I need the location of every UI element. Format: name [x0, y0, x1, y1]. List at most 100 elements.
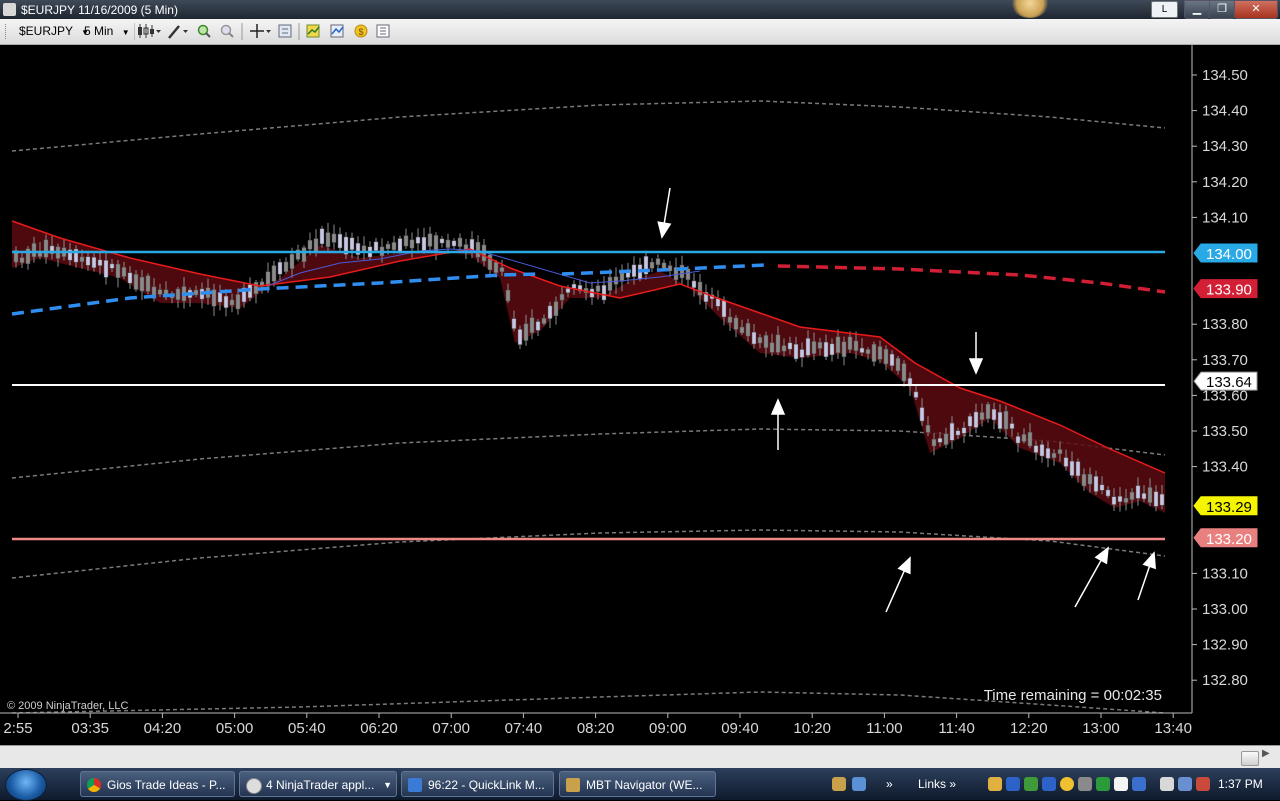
candlestick [871, 341, 877, 367]
zoom-in-icon[interactable] [197, 24, 211, 38]
candlestick [433, 232, 439, 261]
desktop-icon[interactable] [852, 777, 866, 791]
candlestick [325, 222, 331, 251]
time-tick-label: 09:00 [649, 720, 687, 737]
tray-browser-icon[interactable] [1006, 777, 1020, 791]
taskbar-item-chrome[interactable]: Gios Trade Ideas - P... [80, 771, 235, 797]
time-tick-label: 12:20 [1010, 720, 1048, 737]
indicators-icon[interactable] [330, 24, 344, 38]
tray-panda-icon[interactable] [1114, 777, 1128, 791]
toolbar-icons: $ [134, 23, 390, 40]
taskbar-item-mbt[interactable]: MBT Navigator (WE... [559, 771, 716, 797]
candlestick [337, 227, 343, 252]
annotation-arrow [968, 332, 984, 375]
candlestick [547, 301, 553, 329]
time-tick-label: 08:20 [577, 720, 615, 737]
candlestick [115, 259, 121, 288]
candlestick [25, 246, 31, 270]
strategies-icon[interactable] [306, 24, 320, 38]
annotation-arrow [1137, 551, 1157, 601]
volume-icon[interactable] [1196, 777, 1210, 791]
system-clock[interactable]: 1:37 PM [1218, 768, 1263, 800]
price-tick-label: 132.80 [1202, 672, 1248, 689]
scroll-thumb[interactable] [1241, 751, 1259, 766]
time-tick-label: 04:20 [144, 720, 182, 737]
tray-action-center-icon[interactable] [1160, 777, 1174, 791]
candlestick [319, 225, 325, 248]
windows-taskbar: Gios Trade Ideas - P... 4 NinjaTrader ap… [0, 768, 1280, 801]
resistance-dashed-line [777, 264, 1166, 294]
chevron-down-icon: ▼ [383, 780, 392, 790]
links-toolbar[interactable]: Links » [918, 768, 956, 800]
ninjatrader-icon [246, 778, 262, 794]
price-tick-label: 133.00 [1202, 601, 1248, 618]
tray-network-icon[interactable] [1042, 777, 1056, 791]
price-chart[interactable]: 134.50 134.40 134.30 134.20 134.10 133.80 133.… [0, 45, 1280, 745]
candlestick [331, 224, 337, 250]
candlestick [535, 318, 541, 336]
price-flag: 133.29 [1193, 496, 1258, 516]
instrument-label: $EURJPY [19, 24, 73, 38]
crosshair-icon[interactable] [250, 24, 271, 38]
bollinger-band [11, 100, 1166, 152]
tray-network2-icon[interactable] [1178, 777, 1192, 791]
candlestick [703, 284, 709, 310]
ema-fill-area [12, 221, 1165, 513]
candlestick [451, 238, 457, 250]
tray-security-icon[interactable] [1096, 777, 1110, 791]
price-tick-label: 133.80 [1202, 316, 1248, 333]
start-button[interactable] [5, 769, 47, 801]
drawing-tools-icon[interactable] [168, 25, 188, 39]
time-tick-label: 06:20 [360, 720, 398, 737]
chart-toolbar: $EURJPY ▼ 5 Min ▼ $ [0, 19, 1280, 45]
tray-app2-icon[interactable] [1132, 777, 1146, 791]
interval-label: 5 Min [84, 24, 114, 38]
tray-app-icon[interactable] [988, 777, 1002, 791]
window-title: $EURJPY 11/16/2009 (5 Min) [21, 3, 178, 17]
chart-data-icon[interactable] [376, 24, 390, 38]
candlestick [439, 235, 445, 248]
toolbar-grip[interactable] [5, 24, 8, 39]
chrome-icon [87, 778, 101, 792]
time-tick-label: 03:35 [71, 720, 109, 737]
price-tick-label: 133.70 [1202, 352, 1248, 369]
time-tick-label: 13:40 [1154, 720, 1192, 737]
bar-type-icon[interactable] [138, 24, 161, 38]
quick-launch-expand-icon[interactable]: » [886, 768, 893, 800]
quicklink-icon [408, 778, 422, 792]
instrument-selector[interactable]: $EURJPY ▼ [19, 19, 89, 44]
minimize-button[interactable]: ▁ [1184, 0, 1210, 19]
tray-messenger-icon[interactable] [1060, 777, 1074, 791]
taskbar-item-ninjatrader[interactable]: 4 NinjaTrader appl... ▼ [239, 771, 397, 797]
price-flag: 134.00 [1193, 243, 1258, 263]
restore-button[interactable]: ❐ [1209, 0, 1235, 19]
zoom-out-icon[interactable] [220, 24, 234, 38]
chevron-right-icon: » [949, 777, 957, 791]
time-tick-label: 11:40 [938, 720, 974, 737]
taskbar-item-quicklink[interactable]: 96:22 - QuickLink M... [401, 771, 554, 797]
time-remaining-label: Time remaining = 00:02:35 [984, 687, 1162, 704]
properties-icon[interactable] [278, 24, 292, 38]
time-tick-label: 10:20 [793, 720, 831, 737]
time-tick-label: 05:00 [216, 720, 254, 737]
candlestick [283, 257, 289, 274]
scroll-right-icon[interactable]: ▶ [1262, 748, 1270, 759]
data-box-icon[interactable]: $ [354, 24, 368, 38]
chart-canvas[interactable]: 134.50 134.40 134.30 134.20 134.10 133.80 133.… [0, 45, 1280, 745]
price-flag-label: 133.90 [1206, 282, 1252, 299]
candlestick [361, 236, 367, 260]
candlestick [253, 280, 259, 304]
bollinger-band [11, 428, 1166, 479]
close-button[interactable]: ✕ [1234, 0, 1278, 19]
quick-launch-icon[interactable] [832, 777, 846, 791]
window-titlebar: $EURJPY 11/16/2009 (5 Min) L ▁ ❐ ✕ [0, 0, 1280, 19]
price-tick-label: 134.40 [1202, 103, 1248, 120]
link-button[interactable]: L [1151, 1, 1178, 18]
annotation-arrow [1074, 546, 1109, 608]
chart-scrollbar[interactable]: ▶ [0, 745, 1280, 769]
annotation-arrow [770, 398, 786, 450]
tray-misc-icon[interactable] [1078, 777, 1092, 791]
tray-update-icon[interactable] [1024, 777, 1038, 791]
price-flag-label: 134.00 [1206, 246, 1252, 263]
interval-selector[interactable]: 5 Min ▼ [84, 19, 130, 44]
